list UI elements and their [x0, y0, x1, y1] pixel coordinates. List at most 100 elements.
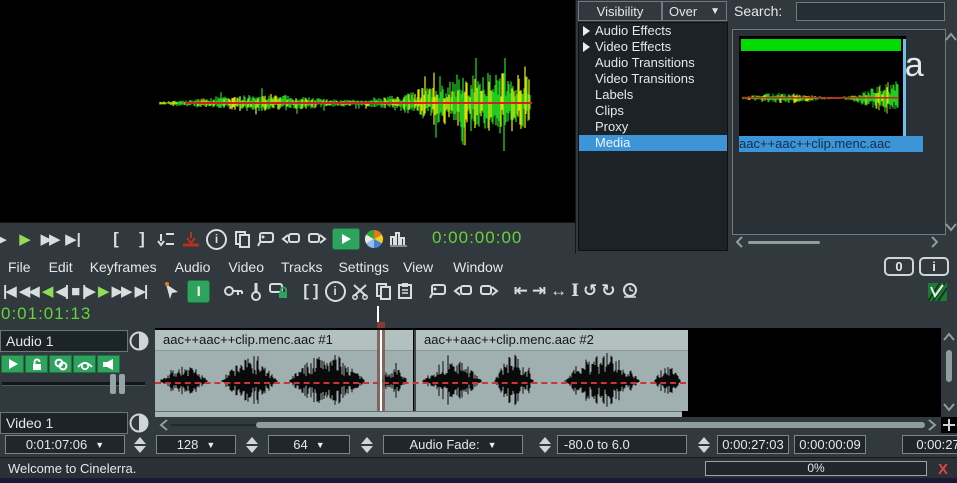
menu-tracks[interactable]: Tracks — [281, 259, 322, 275]
jump-end-icon[interactable]: ▶| — [63, 227, 83, 251]
copy-icon[interactable] — [374, 280, 394, 302]
expand-arrow-icon[interactable] — [583, 26, 590, 36]
timeline-vscrollbar[interactable] — [941, 328, 957, 417]
mute-track-toggle[interactable] — [97, 355, 120, 373]
audio-clip-1[interactable]: aac++aac++clip.menc.aac #1 — [155, 330, 413, 411]
label-icon[interactable] — [428, 280, 450, 302]
vscroll-thumb[interactable] — [946, 350, 952, 382]
fast-forward-icon[interactable]: ▶▶ — [111, 280, 132, 302]
selection-start-field[interactable]: 0:00:27:03 — [717, 435, 789, 454]
timebar[interactable]: 0:00:10:00 0:00:20:00 0:00:30:00 0:00:40… — [0, 304, 957, 328]
amplitude-spinner[interactable] — [356, 435, 378, 454]
color-wheel-icon[interactable] — [364, 227, 384, 251]
amplitude-zoom-dropdown[interactable]: 64▼ — [268, 435, 350, 454]
audio-clip-2[interactable]: aac++aac++clip.menc.aac #2 — [414, 330, 688, 411]
resources-hscrollbar[interactable] — [734, 234, 944, 250]
clock-icon[interactable] — [620, 280, 642, 302]
mode-dropdown[interactable]: Over ▼ — [662, 1, 727, 21]
fader-handle[interactable] — [110, 374, 125, 394]
paste-icon[interactable] — [396, 280, 416, 302]
out-point-icon[interactable]: ] — [132, 227, 152, 251]
fit-autos-icon[interactable]: I — [571, 280, 581, 302]
play-icon[interactable]: ▶ — [98, 280, 110, 302]
sample-zoom-dropdown[interactable]: 128▼ — [156, 435, 236, 454]
play-track-toggle[interactable] — [1, 355, 24, 373]
automation-range-field[interactable]: -80.0 to 6.0 — [557, 435, 687, 454]
fast-reverse-icon[interactable]: ◀◀ — [19, 280, 40, 302]
duration-spinner[interactable] — [129, 435, 151, 454]
selection-end-field[interactable]: 0:00:27 — [902, 435, 957, 454]
track-expand-icon[interactable] — [129, 413, 149, 433]
cut-paste-mode-icon[interactable]: I — [187, 280, 210, 303]
jump-end-icon[interactable]: ▶| — [135, 280, 149, 302]
label-icon[interactable] — [256, 227, 276, 251]
rewind-icon[interactable]: |◀ — [3, 280, 17, 302]
track-canvas[interactable]: Audio 1 Video 1 — [0, 328, 957, 433]
fast-forward-icon[interactable]: ▶▶ — [39, 227, 59, 251]
category-audio-effects[interactable]: Audio Effects — [579, 23, 727, 39]
timeline-hscrollbar[interactable] — [155, 417, 941, 433]
audio-track-title[interactable]: Audio 1 — [0, 330, 128, 352]
clip-info-icon[interactable]: i — [325, 281, 346, 302]
prev-edit-icon[interactable]: ⇤ — [514, 280, 530, 302]
frame-forward-icon[interactable]: |▶ — [82, 280, 96, 302]
undo-icon[interactable]: ↺ — [583, 280, 599, 302]
duration-zoom-dropdown[interactable]: 0:01:07:06▼ — [5, 435, 125, 454]
play-icon[interactable]: ▶ — [15, 227, 35, 251]
menu-edit[interactable]: Edit — [49, 259, 73, 275]
media-thumbnail[interactable] — [739, 36, 906, 136]
category-media-selected[interactable]: Media — [579, 135, 727, 151]
out-point-icon[interactable]: ] — [313, 280, 321, 302]
next-edit-icon[interactable]: ⇥ — [532, 280, 548, 302]
info-indicator-box[interactable]: i — [919, 257, 949, 276]
overwrite-icon[interactable] — [181, 227, 201, 251]
category-proxy[interactable]: Proxy — [579, 119, 727, 135]
track-expand-icon[interactable] — [129, 331, 149, 351]
span-keyframe-icon[interactable] — [249, 280, 265, 302]
gang-fader-toggle[interactable] — [49, 355, 72, 373]
reverse-play-icon[interactable]: ◀ — [42, 280, 54, 302]
automation-spinner[interactable] — [534, 435, 556, 454]
category-video-transitions[interactable]: Video Transitions — [579, 71, 727, 87]
viewer-canvas[interactable] — [0, 0, 575, 222]
expand-arrow-icon[interactable] — [583, 42, 590, 52]
draw-media-toggle[interactable] — [73, 355, 96, 373]
zero-indicator-box[interactable]: 0 — [884, 257, 914, 276]
lock-labels-icon[interactable] — [267, 280, 291, 302]
zoom-crosshair-icon[interactable] — [941, 417, 957, 433]
menu-settings[interactable]: Settings — [338, 259, 389, 275]
hscroll-thumb[interactable] — [256, 422, 925, 428]
menu-keyframes[interactable]: Keyframes — [90, 259, 157, 275]
menu-audio[interactable]: Audio — [175, 259, 211, 275]
category-audio-transitions[interactable]: Audio Transitions — [579, 55, 727, 71]
cut-icon[interactable] — [350, 280, 372, 302]
redo-icon[interactable]: ↻ — [601, 280, 617, 302]
media-filename[interactable]: aac++aac++clip.menc.aac — [739, 136, 923, 152]
to-timeline-icon[interactable] — [332, 228, 360, 250]
next-label-icon[interactable] — [306, 227, 328, 251]
arm-track-toggle[interactable] — [25, 355, 48, 373]
fade-automation-line[interactable] — [155, 382, 686, 384]
keyframe-key-icon[interactable] — [223, 280, 247, 302]
prev-label-icon[interactable] — [280, 227, 302, 251]
drag-drop-mode-icon[interactable] — [160, 280, 184, 302]
menu-view[interactable]: View — [403, 259, 433, 275]
category-video-effects[interactable]: Video Effects — [579, 39, 727, 55]
in-point-icon[interactable]: [ — [303, 280, 311, 302]
search-input[interactable] — [796, 2, 945, 21]
prev-label-icon[interactable] — [452, 280, 476, 302]
splice-icon[interactable] — [157, 227, 177, 251]
menu-file[interactable]: File — [8, 259, 31, 275]
in-point-icon[interactable]: [ — [106, 227, 126, 251]
range-spinner[interactable] — [693, 435, 715, 454]
cancel-operation-button[interactable]: X — [938, 459, 948, 480]
category-clips[interactable]: Clips — [579, 103, 727, 119]
next-label-icon[interactable] — [478, 280, 502, 302]
stop-icon[interactable]: ■ — [71, 280, 80, 302]
menu-window[interactable]: Window — [453, 259, 503, 275]
visibility-button[interactable]: Visibility — [578, 1, 662, 21]
frame-reverse-icon[interactable]: ◀| — [55, 280, 69, 302]
automation-type-dropdown[interactable]: Audio Fade:▼ — [383, 435, 523, 454]
fit-selection-icon[interactable]: ↔ — [550, 280, 569, 302]
copy-icon[interactable] — [232, 227, 252, 251]
